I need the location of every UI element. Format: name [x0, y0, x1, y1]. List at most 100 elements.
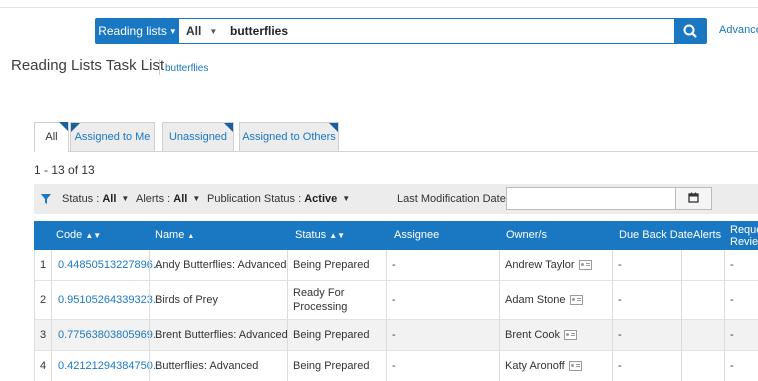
- column-divider: [51, 250, 52, 280]
- last-modification-label: Last Modification Date: [397, 193, 506, 205]
- column-divider: [612, 250, 613, 280]
- tab-unassigned[interactable]: Unassigned: [162, 122, 234, 151]
- code-link[interactable]: 0.95105264339323...: [58, 281, 162, 319]
- table-row[interactable]: 1 0.44850513227896... Andy Butterflies: …: [34, 250, 758, 281]
- top-divider: [0, 7, 758, 8]
- column-divider: [386, 250, 387, 280]
- contact-card-icon[interactable]: [568, 361, 582, 371]
- owner-cell: Brent Cook: [505, 320, 578, 350]
- column-header-alerts[interactable]: Alerts: [693, 221, 721, 250]
- column-divider: [149, 281, 150, 319]
- table-row[interactable]: 2 0.95105264339323... Birds of Prey Read…: [34, 281, 758, 320]
- search-button[interactable]: [674, 19, 706, 43]
- table-header: Code ▲▼ Name ▲ Status ▲▼ Assignee Owner/…: [34, 221, 758, 250]
- caret-down-icon: ▼: [209, 27, 218, 36]
- search-field-dropdown[interactable]: All ▼: [186, 19, 217, 44]
- tab-corner-marker: [329, 123, 338, 132]
- column-label: Alerts: [693, 229, 722, 241]
- request-review-cell: -: [730, 329, 734, 341]
- advanced-search-link[interactable]: Advanced▼: [719, 24, 758, 36]
- column-divider: [499, 250, 500, 280]
- row-number: 1: [40, 259, 47, 271]
- alerts-filter-label: Alerts :: [136, 193, 171, 205]
- column-header-code[interactable]: Code ▲▼: [56, 221, 101, 250]
- table-row[interactable]: 3 0.77563803805969... Brent Butterflies:…: [34, 320, 758, 351]
- column-label: Owner/s: [506, 229, 547, 241]
- status-line: Ready For: [293, 287, 345, 299]
- publication-status-filter[interactable]: Publication Status : Active ▼: [207, 184, 350, 214]
- column-divider: [386, 320, 387, 350]
- row-number: 2: [40, 294, 47, 306]
- code-link[interactable]: 0.44850513227896...: [58, 250, 162, 280]
- title-divider: [159, 59, 160, 75]
- column-divider: [681, 281, 682, 319]
- caret-down-icon: ▼: [121, 194, 130, 203]
- column-header-request-review[interactable]: Reque Review: [730, 224, 758, 248]
- publication-status-value: Active: [304, 193, 338, 205]
- column-divider: [724, 281, 725, 319]
- search-field-label: All: [186, 24, 202, 38]
- name-cell: Butterflies: Advanced: [155, 360, 259, 372]
- column-divider: [724, 320, 725, 350]
- due-date-cell: -: [618, 294, 622, 306]
- filter-icon[interactable]: [41, 194, 51, 204]
- column-divider: [499, 281, 500, 319]
- tab-corner-marker: [224, 123, 233, 132]
- column-divider: [386, 281, 387, 319]
- search-input[interactable]: [230, 19, 630, 43]
- status-cell: Being Prepared: [293, 259, 370, 271]
- status-filter-value: All: [102, 193, 117, 205]
- status-filter-label: Status :: [62, 193, 100, 205]
- alerts-filter[interactable]: Alerts : All ▼: [136, 184, 200, 214]
- contact-card-icon[interactable]: [578, 260, 592, 270]
- column-header-name[interactable]: Name ▲: [155, 221, 194, 251]
- owner-name: Brent Cook: [505, 329, 561, 341]
- search-term-breadcrumb[interactable]: butterflies: [165, 63, 208, 74]
- page-title: Reading Lists Task List: [11, 57, 165, 74]
- column-divider: [149, 250, 150, 280]
- column-header-status[interactable]: Status ▲▼: [295, 221, 345, 250]
- owner-cell: Andrew Taylor: [505, 250, 592, 280]
- tab-assigned-to-others[interactable]: Assigned to Others: [239, 122, 339, 151]
- column-header-due-back-date[interactable]: Due Back Date: [619, 221, 693, 250]
- assignee-cell: -: [392, 294, 396, 306]
- column-divider: [149, 320, 150, 350]
- column-divider: [724, 250, 725, 280]
- column-header-owners[interactable]: Owner/s: [506, 221, 547, 250]
- code-link[interactable]: 0.42121294384750...: [58, 351, 162, 381]
- status-cell: Being Prepared: [293, 360, 370, 372]
- status-filter[interactable]: Status : All ▼: [62, 184, 129, 214]
- contact-card-icon[interactable]: [564, 330, 578, 340]
- name-cell: Birds of Prey: [155, 294, 218, 306]
- column-divider: [149, 351, 150, 381]
- column-divider: [612, 351, 613, 381]
- search-scope-dropdown[interactable]: Reading lists ▼: [96, 19, 179, 43]
- column-divider: [499, 351, 500, 381]
- table-left-border: [34, 250, 35, 381]
- column-divider: [51, 351, 52, 381]
- search-icon: [683, 24, 697, 38]
- code-link[interactable]: 0.77563803805969...: [58, 320, 162, 350]
- assignee-cell: -: [392, 360, 396, 372]
- date-picker-button[interactable]: [675, 187, 712, 210]
- column-divider: [287, 281, 288, 319]
- tab-assigned-to-me[interactable]: Assigned to Me: [70, 122, 155, 151]
- due-date-cell: -: [618, 360, 622, 372]
- table-row[interactable]: 4 0.42121294384750... Butterflies: Advan…: [34, 351, 758, 381]
- due-date-cell: -: [618, 259, 622, 271]
- contact-card-icon[interactable]: [569, 295, 583, 305]
- caret-down-icon: ▼: [342, 194, 351, 203]
- tab-label: All: [45, 131, 58, 143]
- status-cell: Being Prepared: [293, 329, 370, 341]
- advanced-label: Advanced: [719, 24, 758, 36]
- column-divider: [681, 320, 682, 350]
- column-divider: [51, 281, 52, 319]
- owner-name: Andrew Taylor: [505, 259, 575, 271]
- column-divider: [724, 351, 725, 381]
- results-count: 1 - 13 of 13: [34, 163, 95, 177]
- column-header-assignee[interactable]: Assignee: [394, 221, 439, 250]
- owner-name: Katy Aronoff: [505, 360, 565, 372]
- row-number: 3: [40, 329, 47, 341]
- filter-bar: Status : All ▼ Alerts : All ▼ Publication …: [34, 184, 758, 214]
- column-divider: [287, 320, 288, 350]
